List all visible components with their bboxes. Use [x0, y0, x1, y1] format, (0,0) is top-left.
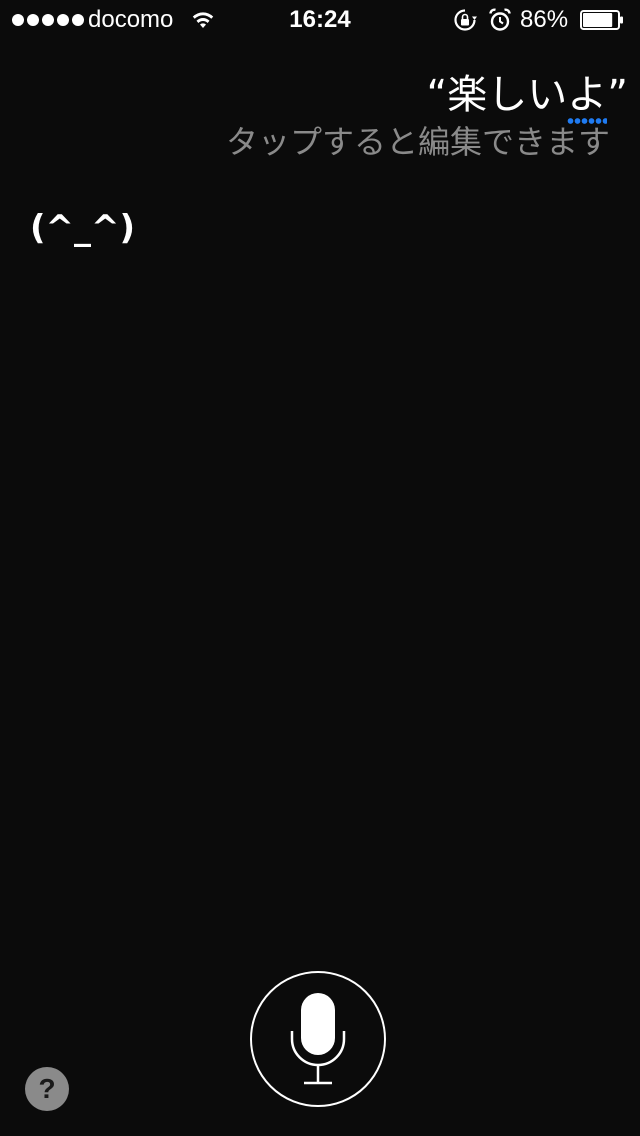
siri-utterance[interactable]: “楽しいよ” — [426, 70, 628, 124]
uncertain-word[interactable]: よ — [567, 70, 608, 124]
close-quote: ” — [607, 72, 628, 118]
battery-icon — [580, 10, 623, 30]
help-button[interactable]: ? — [25, 1067, 69, 1111]
battery-percentage: 86% — [520, 6, 569, 33]
rotation-lock-icon — [454, 9, 477, 31]
utterance-text: 楽しい — [447, 72, 568, 118]
microphone-button[interactable] — [250, 971, 386, 1107]
tap-to-edit-hint: タップすると編集できます — [225, 123, 610, 161]
siri-response: (^_^) — [30, 208, 136, 248]
status-bar: docomo 16:24 86% — [0, 0, 640, 40]
alarm-icon — [489, 8, 511, 31]
open-quote: “ — [426, 72, 448, 118]
microphone-icon — [290, 993, 346, 1085]
